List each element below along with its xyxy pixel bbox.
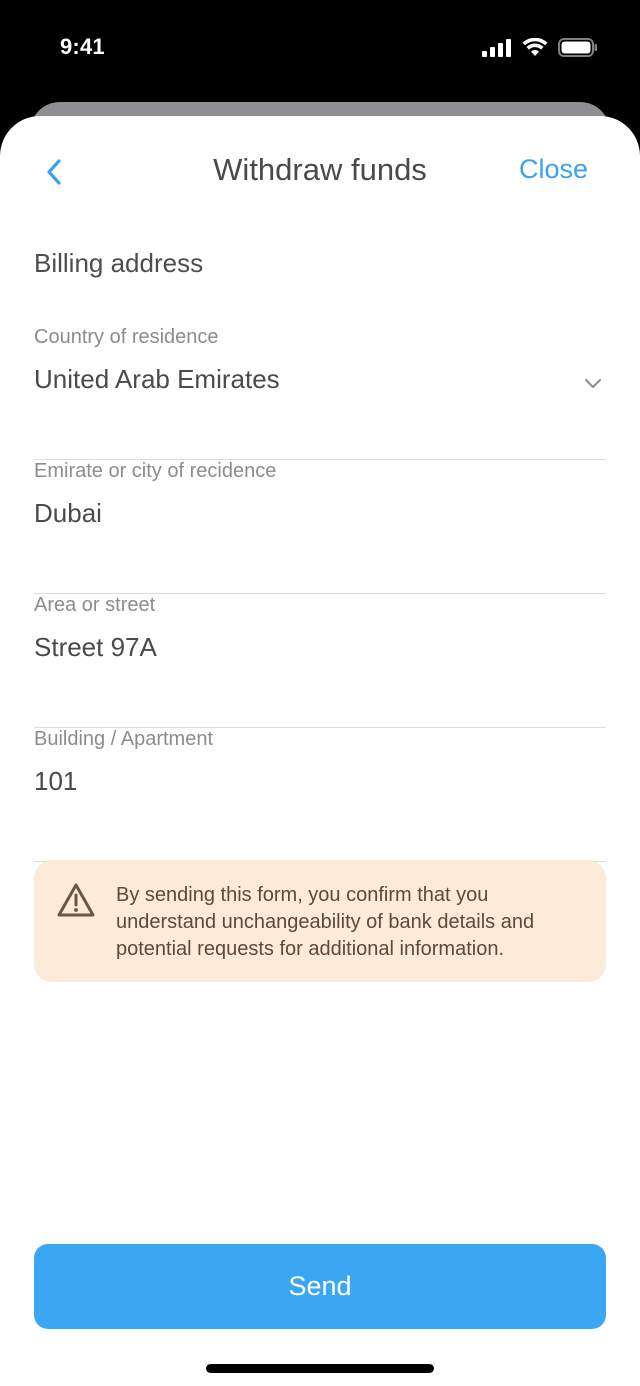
status-icons xyxy=(482,38,598,57)
cellular-signal-icon xyxy=(482,38,511,57)
section-title: Billing address xyxy=(34,248,204,278)
navigation-bar: Withdraw funds Close xyxy=(0,116,640,226)
notice-text: By sending this form, you confirm that y… xyxy=(116,884,535,960)
country-select-value[interactable]: United Arab Emirates xyxy=(34,364,554,395)
country-label: Country of residence xyxy=(34,326,219,348)
withdraw-sheet: Withdraw funds Close Billing address Cou… xyxy=(0,116,640,1386)
building-field: Building / Apartment xyxy=(34,728,606,862)
status-time: 9:41 xyxy=(60,34,105,59)
street-input[interactable] xyxy=(34,632,554,663)
notice-banner: By sending this form, you confirm that y… xyxy=(34,860,606,982)
status-bar: 9:41 xyxy=(0,0,640,100)
send-button[interactable]: Send xyxy=(34,1244,606,1329)
warning-icon xyxy=(57,883,95,917)
building-label: Building / Apartment xyxy=(34,728,213,750)
close-button[interactable]: Close xyxy=(519,154,588,185)
country-field[interactable]: Country of residence United Arab Emirate… xyxy=(34,326,606,460)
building-input[interactable] xyxy=(34,766,554,797)
wifi-icon xyxy=(522,38,548,56)
home-indicator xyxy=(206,1364,434,1373)
city-input[interactable] xyxy=(34,498,554,529)
battery-icon xyxy=(558,38,597,57)
city-field: Emirate or city of recidence xyxy=(34,460,606,594)
chevron-down-icon[interactable] xyxy=(584,378,602,389)
city-label: Emirate or city of recidence xyxy=(34,460,277,482)
street-field: Area or street xyxy=(34,594,606,728)
street-label: Area or street xyxy=(34,594,156,616)
